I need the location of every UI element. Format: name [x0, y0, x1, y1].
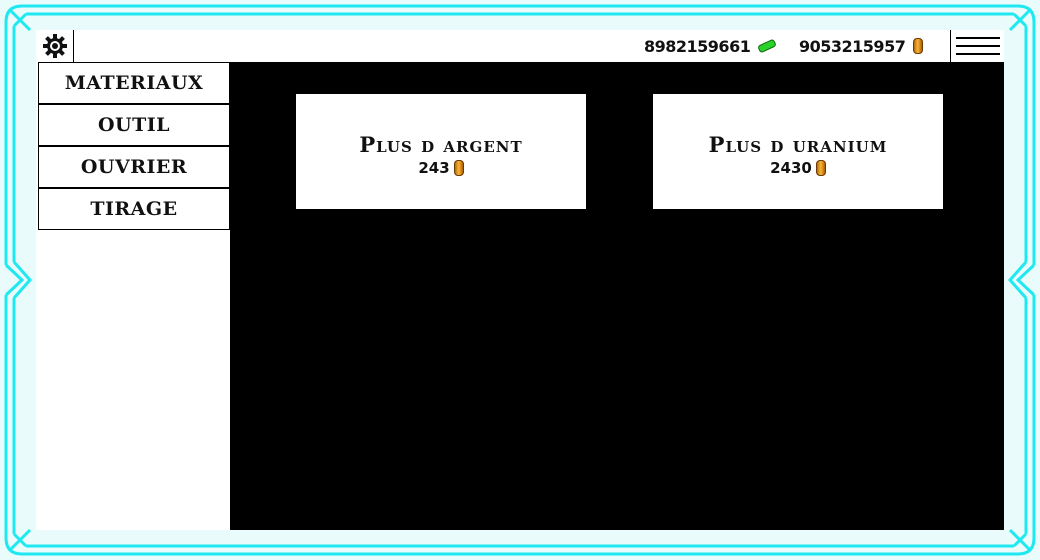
uranium-counter: 8982159661	[644, 30, 778, 62]
gold-value: 9053215957	[799, 36, 906, 56]
top-bar: 8982159661 9053215957	[36, 30, 1004, 62]
upgrade-card-silver[interactable]: Plus d argent 243	[296, 94, 586, 209]
upgrade-title: Plus d argent	[359, 132, 523, 157]
game-frame: 8982159661 9053215957 MATERIAUX OUTIL OU…	[0, 0, 1040, 560]
gold-counter: 9053215957	[799, 30, 924, 62]
upgrade-title: Plus d uranium	[708, 132, 888, 157]
gold-coin-icon	[913, 38, 924, 54]
upgrade-card-uranium[interactable]: Plus d uranium 2430	[653, 94, 943, 209]
sidebar-item-label: OUTIL	[97, 114, 170, 136]
menu-button[interactable]	[950, 30, 1004, 62]
gold-coin-icon	[453, 160, 464, 176]
shop-panel: Plus d argent 243 Plus d uranium 2430	[230, 62, 1004, 530]
settings-button[interactable]	[36, 30, 74, 62]
upgrade-price: 243	[418, 159, 464, 177]
category-sidebar: MATERIAUX OUTIL OUVRIER TIRAGE	[36, 62, 230, 530]
sidebar-item-outil[interactable]: OUTIL	[38, 104, 230, 146]
hamburger-menu-icon	[955, 37, 1000, 39]
sidebar-item-tirage[interactable]: TIRAGE	[38, 188, 230, 230]
hamburger-menu-icon	[955, 53, 1000, 55]
sidebar-item-materiaux[interactable]: MATERIAUX	[38, 62, 230, 104]
gold-coin-icon	[815, 160, 826, 176]
gear-icon	[42, 34, 67, 58]
uranium-pill-icon	[757, 38, 778, 54]
sidebar-item-label: MATERIAUX	[64, 72, 204, 94]
sidebar-item-label: TIRAGE	[90, 198, 178, 220]
upgrade-price: 2430	[770, 159, 826, 177]
hamburger-menu-icon	[955, 45, 1000, 47]
price-value: 2430	[770, 159, 812, 177]
price-value: 243	[418, 159, 450, 177]
sidebar-item-ouvrier[interactable]: OUVRIER	[38, 146, 230, 188]
sidebar-item-label: OUVRIER	[80, 156, 188, 178]
uranium-value: 8982159661	[644, 36, 751, 56]
